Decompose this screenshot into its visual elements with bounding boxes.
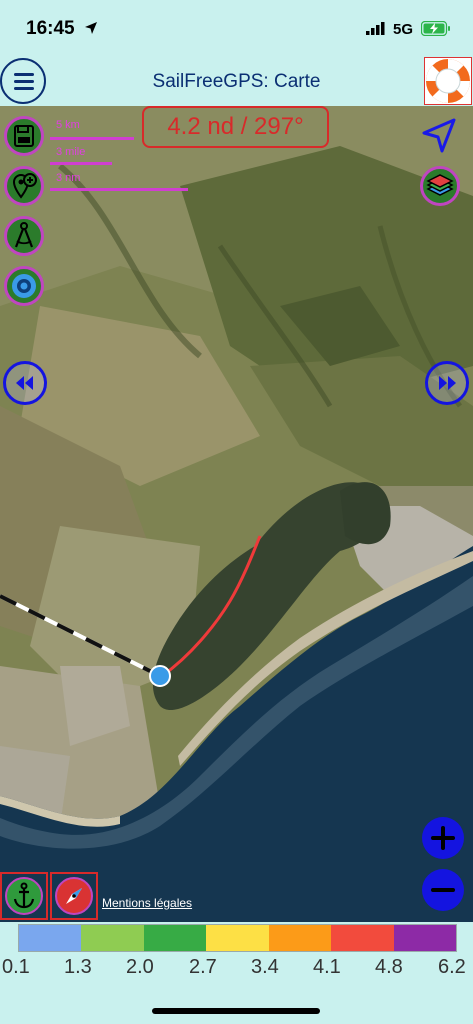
home-indicator[interactable] <box>152 1008 320 1014</box>
battery-charging-icon <box>421 21 450 36</box>
save-disk-icon <box>14 125 34 147</box>
compass-icon <box>66 888 82 904</box>
fast-forward-button[interactable] <box>425 361 469 405</box>
scale-label-nm: 3 nm <box>56 172 81 184</box>
layers-icon <box>426 174 454 196</box>
compass-button[interactable] <box>50 872 98 920</box>
scale-bar-mile <box>50 162 112 165</box>
network-type: 5G <box>393 21 414 38</box>
satellite-map[interactable] <box>0 106 473 922</box>
zoom-out-button[interactable] <box>422 869 464 911</box>
legend-labels: 0.1 1.3 2.0 2.7 3.4 4.1 4.8 6.2 <box>0 956 473 980</box>
anchor-button[interactable] <box>0 872 48 920</box>
legend-swatch <box>143 925 207 951</box>
add-waypoint-icon <box>12 173 37 199</box>
layers-button[interactable] <box>420 166 460 206</box>
legend-swatch <box>81 925 144 951</box>
zoom-in-icon <box>431 826 455 850</box>
status-time: 16:45 <box>26 18 75 39</box>
zoom-in-button[interactable] <box>422 817 464 859</box>
scale-bar-nm <box>50 188 188 191</box>
legend-swatch <box>393 925 456 951</box>
scale-label-mile: 3 mile <box>56 146 86 158</box>
legend-label: 1.3 <box>64 956 92 978</box>
legend-swatch <box>268 925 332 951</box>
location-services-icon <box>85 22 97 34</box>
location-button[interactable] <box>420 116 464 156</box>
track-target-button[interactable] <box>4 266 44 306</box>
map-imagery <box>0 106 473 922</box>
speed-color-legend <box>18 924 457 952</box>
lifebuoy-icon <box>426 59 470 103</box>
legend-label: 4.8 <box>375 956 403 978</box>
legend-swatch <box>206 925 269 951</box>
rewind-button[interactable] <box>3 361 47 405</box>
title-bar: SailFreeGPS: Carte <box>0 54 473 106</box>
fast-forward-icon <box>439 376 456 390</box>
measure-distance-button[interactable] <box>4 216 44 256</box>
anchor-icon <box>13 882 35 909</box>
cell-signal-icon <box>366 22 385 35</box>
location-arrow-icon <box>422 118 456 153</box>
legend-swatch <box>331 925 394 951</box>
legend-label: 2.7 <box>189 956 217 978</box>
drafting-compass-icon <box>14 222 34 248</box>
target-eye-icon <box>12 274 36 298</box>
add-waypoint-button[interactable] <box>4 166 44 206</box>
legend-label: 0.1 <box>2 956 30 978</box>
status-bar: 16:45 5G <box>0 0 473 54</box>
zoom-out-icon <box>431 888 455 892</box>
scale-bar-km <box>50 137 134 140</box>
legend-label: 2.0 <box>126 956 154 978</box>
legend-label: 3.4 <box>251 956 279 978</box>
page-title: SailFreeGPS: Carte <box>152 71 321 92</box>
legend-label: 4.1 <box>313 956 341 978</box>
legal-notice-link[interactable]: Mentions légales <box>102 896 192 910</box>
speed-heading-display: 4.2 nd / 297° <box>142 106 329 148</box>
legend-swatch <box>19 925 82 951</box>
scale-label-km: 5 km <box>56 119 80 131</box>
legend-label: 6.2 <box>438 956 466 978</box>
rewind-icon <box>16 376 33 390</box>
save-button[interactable] <box>4 116 44 156</box>
lifebuoy-button[interactable] <box>424 57 472 105</box>
